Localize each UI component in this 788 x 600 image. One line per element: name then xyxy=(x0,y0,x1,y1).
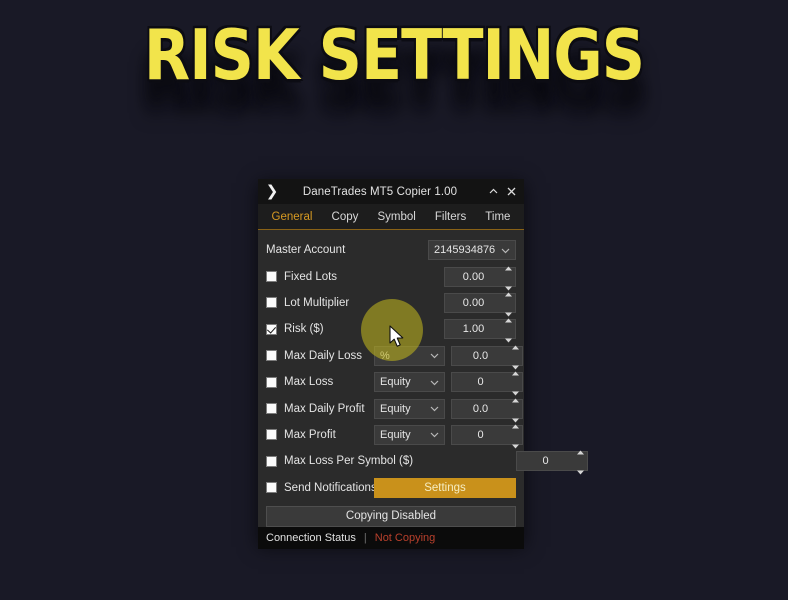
fixed-lots-checkbox[interactable] xyxy=(266,271,277,283)
stepper-up-icon[interactable] xyxy=(511,390,520,408)
max-daily-loss-unit-value: % xyxy=(380,349,390,362)
risk-label: Risk ($) xyxy=(284,323,324,336)
fixed-lots-label: Fixed Lots xyxy=(284,270,338,283)
max-profit-checkbox[interactable] xyxy=(266,429,277,441)
stepper-arrows[interactable] xyxy=(509,345,522,370)
copying-disabled-button[interactable]: Copying Disabled xyxy=(266,505,516,527)
lot-multiplier-row: Lot Multiplier 0.00 xyxy=(266,290,516,317)
minimize-button[interactable] xyxy=(484,182,502,202)
max-daily-loss-checkbox[interactable] xyxy=(266,350,277,362)
chevron-up-icon xyxy=(489,188,497,194)
max-loss-row: Max Loss Equity 0 xyxy=(266,369,523,396)
chevron-right-icon: ❯ xyxy=(265,182,279,200)
chevron-down-icon xyxy=(430,430,439,439)
stepper-down-icon[interactable] xyxy=(576,462,585,480)
max-daily-loss-label: Max Daily Loss xyxy=(284,349,362,362)
stepper-up-icon[interactable] xyxy=(511,416,520,434)
stepper-arrows[interactable] xyxy=(574,450,587,475)
lot-multiplier-value: 0.00 xyxy=(462,296,485,309)
max-loss-value: 0 xyxy=(477,376,484,389)
lot-multiplier-label: Lot Multiplier xyxy=(284,296,350,309)
page-title: RISK SETTINGS xyxy=(143,14,645,96)
stepper-up-icon[interactable] xyxy=(504,310,513,328)
max-profit-label: Max Profit xyxy=(284,428,336,441)
master-account-row: Master Account 2145934876 xyxy=(266,237,516,263)
max-daily-profit-unit-value: Equity xyxy=(380,402,411,415)
screen: RISK SETTINGS ❯ DaneTrades MT5 Copier 1.… xyxy=(0,0,788,600)
window-title: DaneTrades MT5 Copier 1.00 xyxy=(302,185,458,198)
tab-time[interactable]: Time xyxy=(476,205,520,229)
tab-copy[interactable]: Copy xyxy=(322,205,368,229)
lot-multiplier-checkbox[interactable] xyxy=(266,297,277,309)
max-loss-per-symbol-label: Max Loss Per Symbol ($) xyxy=(284,455,414,468)
chevron-down-icon xyxy=(430,404,439,413)
max-profit-value: 0 xyxy=(477,428,484,441)
tab-symbol[interactable]: Symbol xyxy=(368,205,425,229)
chevron-down-icon xyxy=(430,378,439,387)
status-separator: | xyxy=(363,532,367,545)
max-profit-row: Max Profit Equity 0 xyxy=(266,422,523,449)
max-daily-profit-value: 0.0 xyxy=(472,402,489,415)
tab-general[interactable]: General xyxy=(262,205,322,229)
risk-value: 1.00 xyxy=(462,323,485,336)
risk-checkbox[interactable] xyxy=(266,323,277,335)
fixed-lots-row: Fixed Lots 0.00 xyxy=(266,263,516,291)
tab-filters[interactable]: Filters xyxy=(425,205,475,229)
master-account-value: 2145934876 xyxy=(434,244,496,257)
tab-bar: General Copy Symbol Filters Time xyxy=(258,204,524,230)
master-account-label: Master Account xyxy=(266,244,346,257)
max-loss-checkbox[interactable] xyxy=(266,376,277,388)
max-daily-loss-unit-select[interactable]: % xyxy=(374,345,445,366)
stepper-arrows[interactable] xyxy=(502,266,515,291)
connection-status-label: Connection Status xyxy=(266,532,356,545)
stepper-up-icon[interactable] xyxy=(504,258,513,276)
fixed-lots-value: 0.00 xyxy=(462,270,485,283)
max-loss-per-symbol-stepper[interactable]: 0 xyxy=(516,450,588,475)
stepper-up-icon[interactable] xyxy=(576,442,585,460)
max-loss-per-symbol-row: Max Loss Per Symbol ($) 0 xyxy=(266,448,588,475)
send-notifications-row: Send Notifications Settings xyxy=(266,475,516,501)
max-profit-stepper[interactable]: 0 xyxy=(451,424,523,449)
max-profit-unit-value: Equity xyxy=(380,428,411,441)
stepper-arrows[interactable] xyxy=(502,292,515,317)
notification-settings-button[interactable]: Settings xyxy=(374,477,516,498)
risk-row: Risk ($) 1.00 xyxy=(266,316,516,343)
chevron-down-icon xyxy=(501,246,510,255)
max-daily-profit-unit-select[interactable]: Equity xyxy=(374,398,445,419)
send-notifications-checkbox[interactable] xyxy=(266,482,277,494)
stepper-arrows[interactable] xyxy=(502,318,515,343)
window-titlebar: ❯ DaneTrades MT5 Copier 1.00 xyxy=(258,179,524,204)
app-window: ❯ DaneTrades MT5 Copier 1.00 General Cop… xyxy=(258,179,588,550)
max-daily-profit-label: Max Daily Profit xyxy=(284,402,365,415)
chevron-down-icon xyxy=(430,351,439,360)
risk-stepper[interactable]: 1.00 xyxy=(444,318,516,343)
max-daily-loss-row: Max Daily Loss % 0.0 xyxy=(266,343,523,370)
connection-status-value: Not Copying xyxy=(374,532,436,545)
max-loss-per-symbol-checkbox[interactable] xyxy=(266,455,277,467)
stepper-up-icon[interactable] xyxy=(511,337,520,355)
stepper-up-icon[interactable] xyxy=(504,284,513,302)
max-loss-label: Max Loss xyxy=(284,376,334,389)
max-daily-profit-row: Max Daily Profit Equity 0.0 xyxy=(266,395,523,423)
general-tab-panel: Master Account 2145934876 Fixed Lots 0.0… xyxy=(258,230,588,528)
max-daily-loss-value: 0.0 xyxy=(472,349,489,362)
max-daily-profit-checkbox[interactable] xyxy=(266,403,277,415)
max-loss-unit-select[interactable]: Equity xyxy=(374,372,445,393)
status-bar: Connection Status | Not Copying xyxy=(258,527,524,550)
stepper-arrows[interactable] xyxy=(509,371,522,396)
max-profit-unit-select[interactable]: Equity xyxy=(374,424,445,445)
master-account-select[interactable]: 2145934876 xyxy=(428,240,516,261)
close-icon xyxy=(507,187,515,196)
stepper-up-icon[interactable] xyxy=(511,363,520,381)
send-notifications-label: Send Notifications xyxy=(284,481,377,494)
max-loss-per-symbol-value: 0 xyxy=(542,455,549,468)
stepper-arrows[interactable] xyxy=(509,398,522,423)
copying-toggle-row: Copying Disabled xyxy=(266,501,516,527)
max-loss-unit-value: Equity xyxy=(380,376,411,389)
stepper-arrows[interactable] xyxy=(509,424,522,449)
close-button[interactable] xyxy=(502,182,520,202)
